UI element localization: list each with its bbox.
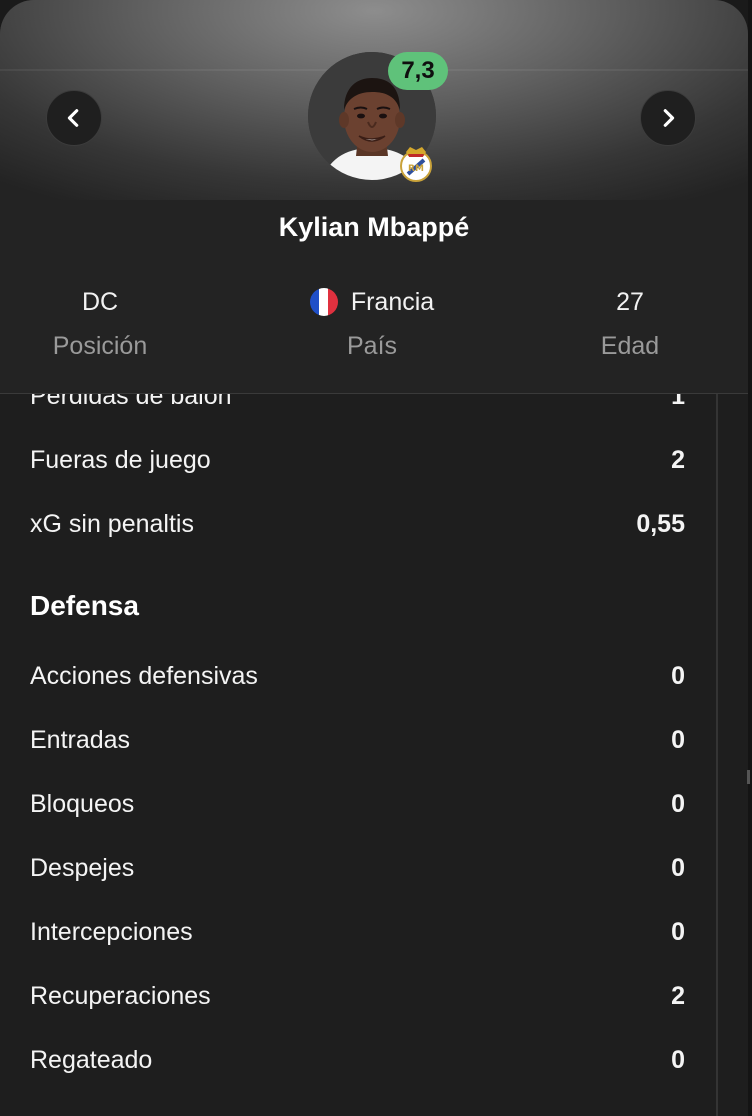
age-label: Edad [600, 332, 660, 360]
stat-value: 0 [671, 789, 685, 818]
stat-label: Fueras de juego [30, 445, 211, 474]
next-player-button[interactable] [640, 90, 696, 146]
info-country: Francia País [272, 286, 472, 362]
country-value-row: Francia [272, 286, 472, 318]
player-stats-panel: Pérdidas de balón 1 Fueras de juego 2 xG… [0, 0, 748, 1116]
info-position: DC Posición [30, 286, 170, 362]
age-value: 27 [616, 288, 644, 316]
chevron-left-icon [67, 109, 79, 127]
stat-value: 2 [671, 445, 685, 474]
position-value: DC [81, 288, 119, 316]
position-label: Posición [52, 332, 148, 360]
stat-value: 0 [671, 1045, 685, 1074]
info-age: 27 Edad [560, 286, 700, 362]
stat-label: xG sin penaltis [30, 509, 194, 538]
stat-label: Intercepciones [30, 917, 193, 946]
stat-label: Entradas [30, 725, 131, 754]
stat-value: 0 [671, 661, 685, 690]
previous-player-button[interactable] [46, 90, 102, 146]
stat-value: 1 [671, 393, 685, 410]
window-edge [748, 0, 752, 1116]
svg-text:RM: RM [408, 164, 424, 174]
france-flag-icon [309, 288, 338, 316]
player-rating-badge: 7,3 [388, 52, 448, 90]
stat-row: Recuperaciones 2 [30, 976, 685, 1016]
chevron-right-icon [663, 109, 675, 127]
stat-value: 0 [671, 853, 685, 882]
stat-label: Regateado [30, 1045, 153, 1074]
real-madrid-crest-icon: RM [400, 147, 432, 182]
stat-label: Acciones defensivas [30, 661, 258, 690]
stat-value: 0,55 [636, 509, 685, 538]
stat-row: Regateado 0 [30, 1040, 685, 1080]
stat-row: Pérdidas de balón 1 [30, 393, 685, 416]
stat-row: Acciones defensivas 0 [30, 656, 685, 696]
stat-label: Bloqueos [30, 789, 135, 818]
stat-label: Despejes [30, 853, 135, 882]
stat-label: Recuperaciones [30, 981, 211, 1010]
stats-list[interactable]: Pérdidas de balón 1 Fueras de juego 2 xG… [0, 393, 716, 1116]
stat-row: xG sin penaltis 0,55 [30, 504, 685, 544]
player-name: Kylian Mbappé [278, 212, 470, 242]
stat-row: Entradas 0 [30, 720, 685, 760]
resize-handle[interactable] [747, 770, 750, 784]
country-value: Francia [350, 288, 435, 316]
stat-row: Bloqueos 0 [30, 784, 685, 824]
stat-row: Despejes 0 [30, 848, 685, 888]
stats-scrollbar[interactable] [716, 393, 718, 1116]
stat-row: Intercepciones 0 [30, 912, 685, 952]
stat-value: 0 [671, 917, 685, 946]
stat-row: Fueras de juego 2 [30, 440, 685, 480]
stat-label: Pérdidas de balón [30, 393, 232, 410]
section-title-defense: Defensa [30, 590, 139, 621]
stat-value: 2 [671, 981, 685, 1010]
stat-value: 0 [671, 725, 685, 754]
player-header: RM 7,3 Kylian Mbappé DC Posición Francia… [0, 0, 748, 394]
country-label: País [346, 332, 398, 360]
